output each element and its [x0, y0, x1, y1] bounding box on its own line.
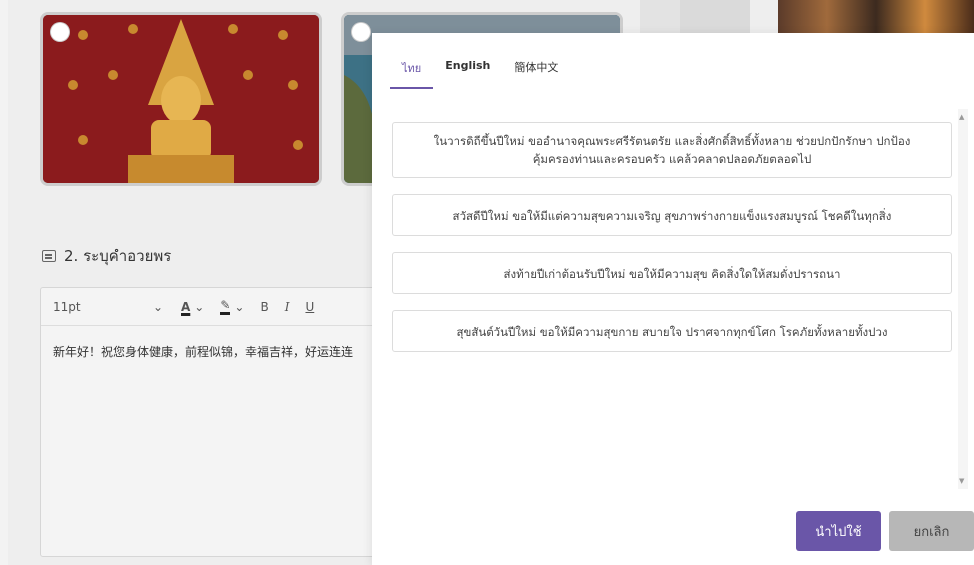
- italic-icon: I: [284, 299, 290, 314]
- wish-selection-modal: ไทย English 簡体中文 ในวารดิถีขึ้นปีใหม่ ขออ…: [372, 33, 974, 565]
- wish-option[interactable]: สุขสันต์วันปีใหม่ ขอให้มีความสุขกาย สบาย…: [392, 310, 952, 352]
- wish-text-line: คุ้มครองท่านและครอบครัว แคล้วคลาดปลอดภัย…: [532, 152, 812, 166]
- wish-option[interactable]: ในวารดิถีขึ้นปีใหม่ ขออำนาจคุณพระศรีรัตน…: [392, 122, 952, 178]
- wish-text-line: ส่งท้ายปีเก่าต้อนรับปีใหม่ ขอให้มีความสุ…: [503, 267, 841, 281]
- section-title-text: 2. ระบุคำอวยพร: [64, 247, 172, 265]
- underline-button[interactable]: U: [297, 300, 322, 314]
- scroll-up-arrow-icon[interactable]: ▲: [959, 113, 964, 121]
- background-photo: [778, 0, 974, 36]
- card-radio-button[interactable]: [352, 23, 370, 41]
- wish-text-line: สวัสดีปีใหม่ ขอให้มีแต่ความสุขความเจริญ …: [452, 209, 892, 223]
- cancel-button[interactable]: ยกเลิก: [889, 511, 974, 551]
- template-card-buddha[interactable]: [40, 12, 322, 186]
- tab-chinese[interactable]: 簡体中文: [502, 33, 570, 89]
- section-title: 2. ระบุคำอวยพร: [42, 244, 171, 268]
- editor-toolbar: 11pt ⌄ A ⌄ ✎ ⌄ B I U: [41, 288, 379, 326]
- font-size-select[interactable]: 11pt ⌄: [53, 300, 173, 314]
- tab-thai[interactable]: ไทย: [390, 33, 434, 89]
- highlighter-icon: ✎: [220, 298, 231, 315]
- bold-button[interactable]: B: [252, 300, 276, 314]
- wish-option[interactable]: ส่งท้ายปีเก่าต้อนรับปีใหม่ ขอให้มีความสุ…: [392, 252, 952, 294]
- chevron-down-icon: ⌄: [152, 299, 163, 314]
- scroll-down-arrow-icon[interactable]: ▼: [959, 477, 964, 485]
- wish-text-line: สุขสันต์วันปีใหม่ ขอให้มีความสุขกาย สบาย…: [456, 325, 888, 339]
- chevron-down-icon: ⌄: [234, 299, 245, 314]
- card-radio-button[interactable]: [51, 23, 69, 41]
- highlight-button[interactable]: ✎ ⌄: [212, 298, 252, 315]
- wish-list: ในวารดิถีขึ้นปีใหม่ ขออำนาจคุณพระศรีรัตน…: [392, 122, 952, 368]
- wish-text-line: ในวารดิถีขึ้นปีใหม่ ขออำนาจคุณพระศรีรัตน…: [433, 134, 911, 148]
- tab-english[interactable]: English: [433, 33, 502, 89]
- font-size-value: 11pt: [53, 299, 81, 314]
- apply-button[interactable]: นำไปใช้: [796, 511, 881, 551]
- wish-editor[interactable]: 11pt ⌄ A ⌄ ✎ ⌄ B I U 新年好！祝您身体健康，前程似锦，幸福吉…: [40, 287, 380, 557]
- buddha-image: [43, 15, 319, 183]
- chevron-down-icon: ⌄: [194, 299, 205, 314]
- language-tabs: ไทย English 簡体中文: [390, 33, 570, 89]
- message-icon: [42, 250, 56, 262]
- font-color-icon: A: [181, 299, 191, 314]
- editor-content[interactable]: 新年好！祝您身体健康，前程似锦，幸福吉祥，好运连连: [41, 326, 373, 377]
- underline-icon: U: [305, 299, 315, 314]
- font-color-button[interactable]: A ⌄: [173, 300, 212, 314]
- background-left-gutter: [0, 0, 8, 565]
- wish-option[interactable]: สวัสดีปีใหม่ ขอให้มีแต่ความสุขความเจริญ …: [392, 194, 952, 236]
- bold-icon: B: [260, 299, 269, 314]
- wish-list-scrollbar[interactable]: ▲ ▼: [958, 109, 968, 489]
- italic-button[interactable]: I: [277, 300, 298, 314]
